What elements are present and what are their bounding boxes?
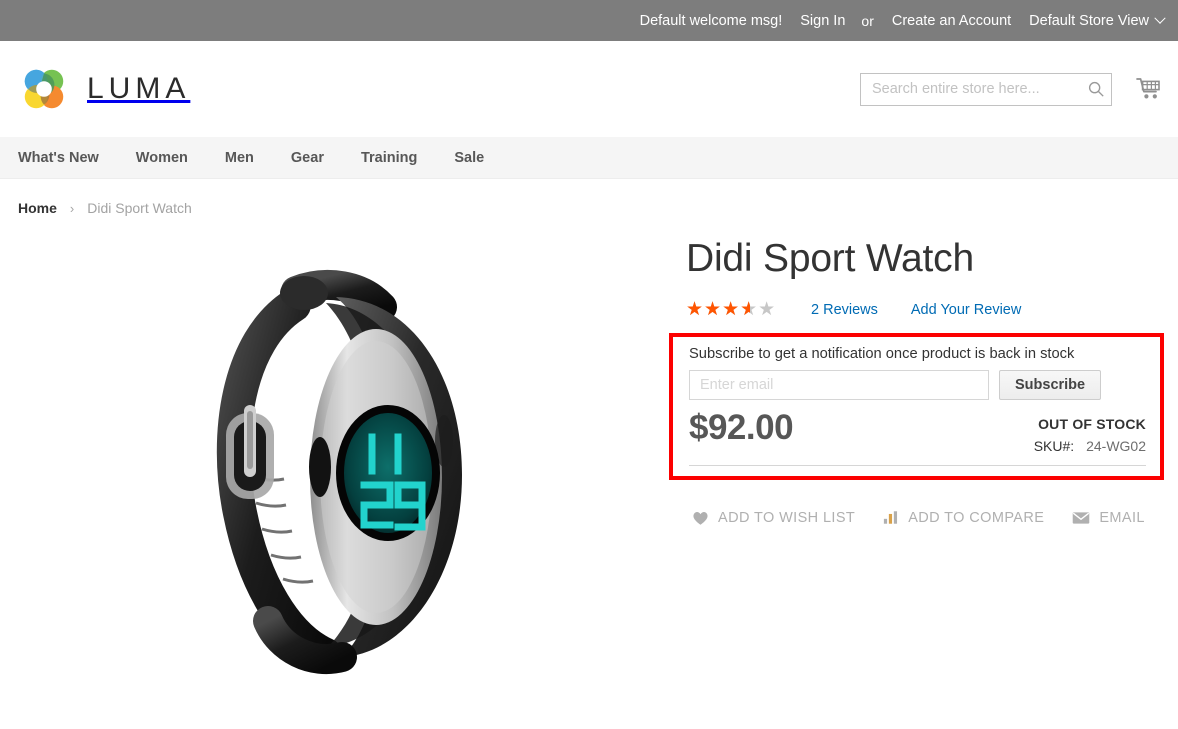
- breadcrumb: Home › Didi Sport Watch: [0, 179, 1178, 216]
- shopping-cart-icon: [1136, 78, 1160, 99]
- breadcrumb-separator-icon: ›: [69, 200, 75, 216]
- add-to-wishlist-button[interactable]: ADD TO WISH LIST: [692, 510, 855, 526]
- or-text: or: [861, 12, 874, 29]
- watch-buckle: [226, 405, 274, 499]
- chevron-down-icon: [1154, 12, 1166, 24]
- email-field[interactable]: [689, 369, 989, 400]
- top-bar: Default welcome msg! Sign In or Create a…: [0, 0, 1178, 41]
- main-navigation: What's New Women Men Gear Training Sale: [0, 137, 1178, 179]
- logo-link[interactable]: LUMA: [18, 63, 190, 115]
- add-review-link[interactable]: Add Your Review: [911, 302, 1021, 318]
- envelope-icon: [1072, 511, 1090, 525]
- breadcrumb-home[interactable]: Home: [18, 200, 57, 216]
- nav-item-gear[interactable]: Gear: [291, 150, 343, 166]
- nav-item-sale[interactable]: Sale: [454, 150, 503, 166]
- sku-label: SKU#:: [1033, 437, 1075, 454]
- create-account-link[interactable]: Create an Account: [892, 13, 1011, 29]
- store-view-label: Default Store View: [1029, 12, 1149, 29]
- status-badge: OUT OF STOCK: [1038, 415, 1146, 432]
- product-actions: ADD TO WISH LIST ADD TO COMPARE EMAIL: [686, 510, 1164, 526]
- header-actions: [860, 72, 1164, 106]
- nav-item-women[interactable]: Women: [136, 150, 207, 166]
- subscribe-label: Subscribe to get a notification once pro…: [689, 345, 1075, 362]
- sku-value: 24-WG02: [1086, 437, 1146, 454]
- heart-icon: [692, 510, 709, 526]
- nav-item-men[interactable]: Men: [225, 150, 273, 166]
- star-rating[interactable]: ★★★★★ ★★★★★: [686, 300, 778, 319]
- nav-item-whats-new[interactable]: What's New: [18, 150, 118, 166]
- subscribe-form: Subscribe: [689, 369, 1146, 400]
- stock-block: OUT OF STOCK SKU#: 24-WG02: [1034, 410, 1146, 454]
- sign-in-link[interactable]: Sign In: [800, 13, 845, 29]
- search-glyph: [1088, 81, 1104, 97]
- product-image[interactable]: [176, 245, 506, 675]
- add-to-wishlist-label: ADD TO WISH LIST: [718, 509, 856, 526]
- cart-button[interactable]: [1134, 74, 1164, 104]
- email-button[interactable]: EMAIL: [1072, 510, 1145, 526]
- reviews-count-link[interactable]: 2 Reviews: [811, 302, 878, 318]
- subscribe-button[interactable]: Subscribe: [999, 369, 1102, 400]
- star-rating-filled: ★★★★★: [686, 300, 751, 319]
- search-input[interactable]: [860, 72, 1112, 106]
- bar-chart-icon: [883, 510, 899, 525]
- stock-subscribe-panel: Subscribe to get a notification once pro…: [669, 332, 1164, 480]
- logo-text: LUMA: [87, 72, 191, 105]
- search-icon[interactable]: [1087, 80, 1105, 98]
- price-stock-row: $92.00 OUT OF STOCK SKU#: 24-WG02: [689, 407, 1146, 466]
- sku-line: SKU#: 24-WG02: [1034, 438, 1146, 454]
- nav-item-training[interactable]: Training: [361, 150, 436, 166]
- product-media: [18, 216, 664, 686]
- breadcrumb-current: Didi Sport Watch: [87, 200, 192, 216]
- email-label: EMAIL: [1099, 509, 1145, 526]
- product-price: $92.00: [689, 407, 794, 447]
- page-title: Didi Sport Watch: [686, 237, 974, 280]
- search-box: [860, 72, 1112, 106]
- luma-flower-logo-icon: [24, 69, 64, 109]
- product-view: Didi Sport Watch ★★★★★ ★★★★★ 2 Reviews A…: [0, 216, 1178, 686]
- rating-summary: ★★★★★ ★★★★★ 2 Reviews Add Your Review: [686, 299, 1164, 321]
- store-view-switcher[interactable]: Default Store View: [1029, 12, 1166, 29]
- site-header: LUMA: [0, 41, 1178, 137]
- product-info: Didi Sport Watch ★★★★★ ★★★★★ 2 Reviews A…: [664, 216, 1164, 686]
- welcome-message: Default welcome msg!: [639, 12, 783, 29]
- add-to-compare-label: ADD TO COMPARE: [908, 509, 1045, 526]
- add-to-compare-button[interactable]: ADD TO COMPARE: [883, 510, 1044, 526]
